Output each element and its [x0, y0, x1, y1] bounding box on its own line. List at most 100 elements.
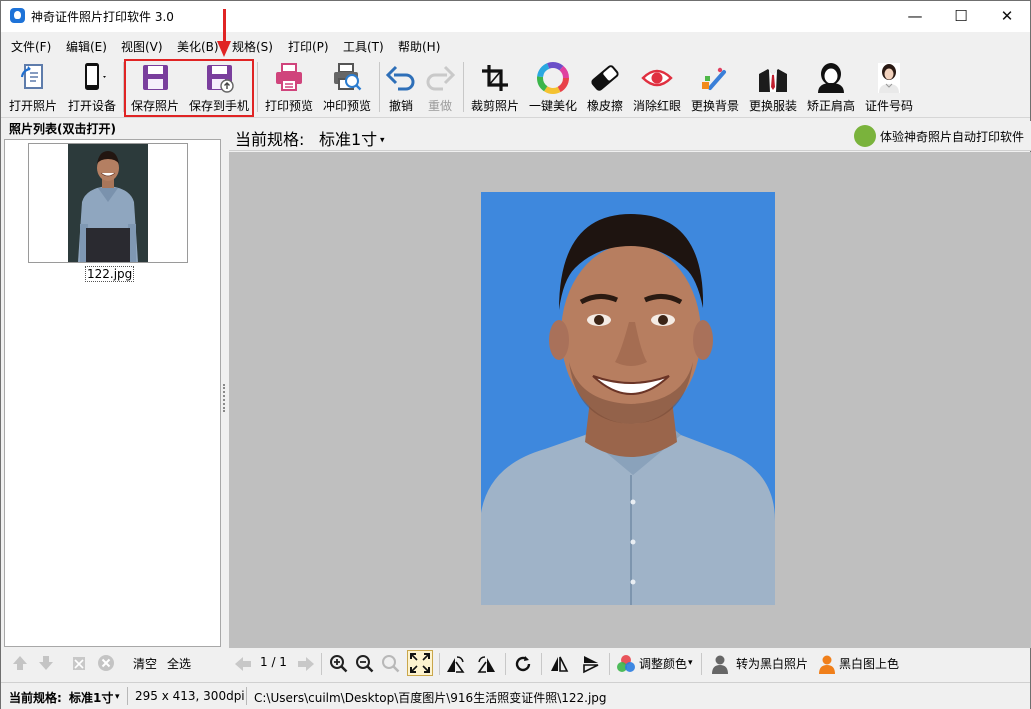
photo-canvas[interactable]: [229, 152, 1031, 648]
status-bar: 当前规格: 标准1寸 ▾ 295 x 413, 300dpi C:\Users\…: [1, 682, 1030, 709]
status-separator: [127, 687, 128, 705]
menu-spec[interactable]: 规格(S): [232, 38, 273, 55]
printer-icon: [276, 63, 302, 91]
open-device-button[interactable]: 打开设备: [65, 60, 119, 114]
adjust-color-icon[interactable]: [616, 654, 636, 674]
red-eye-button[interactable]: 消除红眼: [631, 60, 683, 114]
id-size-button[interactable]: 证件号码: [863, 60, 915, 114]
develop-preview-icon: [334, 63, 362, 91]
app-logo-icon: [10, 8, 25, 23]
redo-icon: [426, 65, 456, 91]
crop-label: 裁剪照片: [470, 99, 519, 113]
toolbar-separator: [463, 62, 464, 112]
menu-beautify[interactable]: 美化(B): [177, 38, 219, 55]
undo-button[interactable]: 撤销: [384, 60, 418, 114]
open-photo-icon: [20, 64, 43, 89]
flip-horizontal-icon[interactable]: [549, 654, 569, 674]
toolbar-separator: [257, 62, 258, 112]
fit-window-icon[interactable]: [407, 650, 433, 676]
promo-link[interactable]: 体验神奇照片自动打印软件: [880, 128, 1024, 145]
photo-thumbnail[interactable]: [28, 143, 188, 263]
toolbar-separator: [439, 653, 440, 675]
to-bw-button[interactable]: 转为黑白照片: [736, 655, 808, 672]
refresh-icon[interactable]: [513, 654, 533, 674]
app-window: 神奇证件照片打印软件 3.0 — ☐ ✕ 文件(F) 编辑(E) 视图(V) 美…: [0, 0, 1031, 709]
clear-button[interactable]: 清空: [133, 655, 157, 672]
colorize-person-icon[interactable]: [817, 654, 837, 674]
crop-button[interactable]: 裁剪照片: [469, 60, 521, 114]
status-spec-value[interactable]: 标准1寸: [69, 689, 113, 706]
menu-view[interactable]: 视图(V): [121, 38, 163, 55]
id-size-label: 证件号码: [864, 99, 913, 113]
adjust-color-chevron-icon[interactable]: ▾: [688, 658, 693, 668]
shoulder-icon: [818, 63, 844, 93]
color-wheel-icon: [537, 62, 569, 94]
menu-help[interactable]: 帮助(H): [398, 38, 440, 55]
bw-colorize-button[interactable]: 黑白图上色: [839, 655, 899, 672]
current-spec-label: 当前规格:: [235, 130, 305, 149]
red-eye-label: 消除红眼: [632, 99, 681, 113]
background-brush-icon: [702, 67, 726, 90]
id-photo-preview: [481, 192, 775, 605]
open-photo-label: 打开照片: [8, 99, 57, 113]
phone-icon: [85, 63, 106, 90]
crop-icon: [482, 65, 508, 91]
delete-photo-icon[interactable]: [70, 654, 88, 672]
toolbar-separator: [321, 653, 322, 675]
print-preview-button[interactable]: 打印预览: [263, 60, 315, 114]
flip-vertical-icon[interactable]: [581, 654, 601, 674]
move-up-icon[interactable]: [11, 654, 29, 672]
thumbnail-image: [68, 144, 148, 262]
select-all-button[interactable]: 全选: [167, 655, 191, 672]
chevron-down-icon: ▾: [377, 135, 385, 146]
next-page-icon[interactable]: [296, 654, 316, 674]
id-portrait-icon: [878, 63, 900, 93]
status-file-path: C:\Users\cuilm\Desktop\百度图片\916生活照变证件照\1…: [254, 691, 607, 705]
rotate-left-icon[interactable]: [445, 654, 465, 674]
menu-edit[interactable]: 编辑(E): [66, 38, 107, 55]
maximize-button[interactable]: ☐: [938, 1, 984, 32]
eye-icon: [641, 69, 673, 87]
previous-page-icon[interactable]: [233, 654, 253, 674]
window-title: 神奇证件照片打印软件 3.0: [31, 10, 174, 24]
menu-tools[interactable]: 工具(T): [343, 38, 384, 55]
fix-shoulder-label: 矫正肩高: [806, 99, 855, 113]
close-button[interactable]: ✕: [984, 1, 1030, 32]
zoom-out-icon[interactable]: [355, 654, 375, 674]
rotate-right-icon[interactable]: [477, 654, 497, 674]
eraser-button[interactable]: 橡皮擦: [585, 60, 625, 114]
change-clothes-button[interactable]: 更换服装: [747, 60, 799, 114]
undo-label: 撤销: [388, 99, 413, 113]
annotation-arrow: [223, 9, 226, 43]
minimize-button[interactable]: —: [892, 1, 938, 32]
redo-button[interactable]: 重做: [423, 60, 457, 114]
develop-preview-button[interactable]: 冲印预览: [321, 60, 373, 114]
undo-icon: [385, 65, 415, 91]
zoom-actual-icon[interactable]: [381, 654, 401, 674]
photo-list-header: 照片列表(双击打开): [9, 122, 116, 136]
eraser-icon: [591, 65, 619, 91]
status-separator: [246, 687, 247, 705]
grayscale-person-icon[interactable]: [710, 654, 730, 674]
move-down-icon[interactable]: [37, 654, 55, 672]
splitter-grip[interactable]: [223, 384, 225, 412]
current-spec-dropdown[interactable]: 标准1寸 ▾: [319, 126, 385, 150]
zoom-in-icon[interactable]: [329, 654, 349, 674]
annotation-arrow-head: [217, 41, 231, 57]
adjust-color-button[interactable]: 调整颜色: [639, 655, 687, 672]
current-spec-value: 标准1寸: [319, 130, 378, 149]
remove-icon[interactable]: [97, 654, 115, 672]
menu-file[interactable]: 文件(F): [11, 38, 51, 55]
open-photo-button[interactable]: 打开照片: [7, 60, 59, 114]
photo-list[interactable]: 122.jpg: [4, 139, 221, 647]
change-clothes-label: 更换服装: [748, 99, 797, 113]
fix-shoulder-button[interactable]: 矫正肩高: [805, 60, 857, 114]
page-indicator: 1 / 1: [260, 655, 287, 669]
menu-print[interactable]: 打印(P): [288, 38, 329, 55]
status-spec-label: 当前规格:: [9, 691, 62, 705]
print-preview-label: 打印预览: [264, 99, 313, 113]
change-background-button[interactable]: 更换背景: [689, 60, 741, 114]
beautify-button[interactable]: 一键美化: [527, 60, 579, 114]
status-spec-chevron-icon[interactable]: ▾: [115, 692, 120, 702]
promo-icon[interactable]: [854, 125, 876, 147]
